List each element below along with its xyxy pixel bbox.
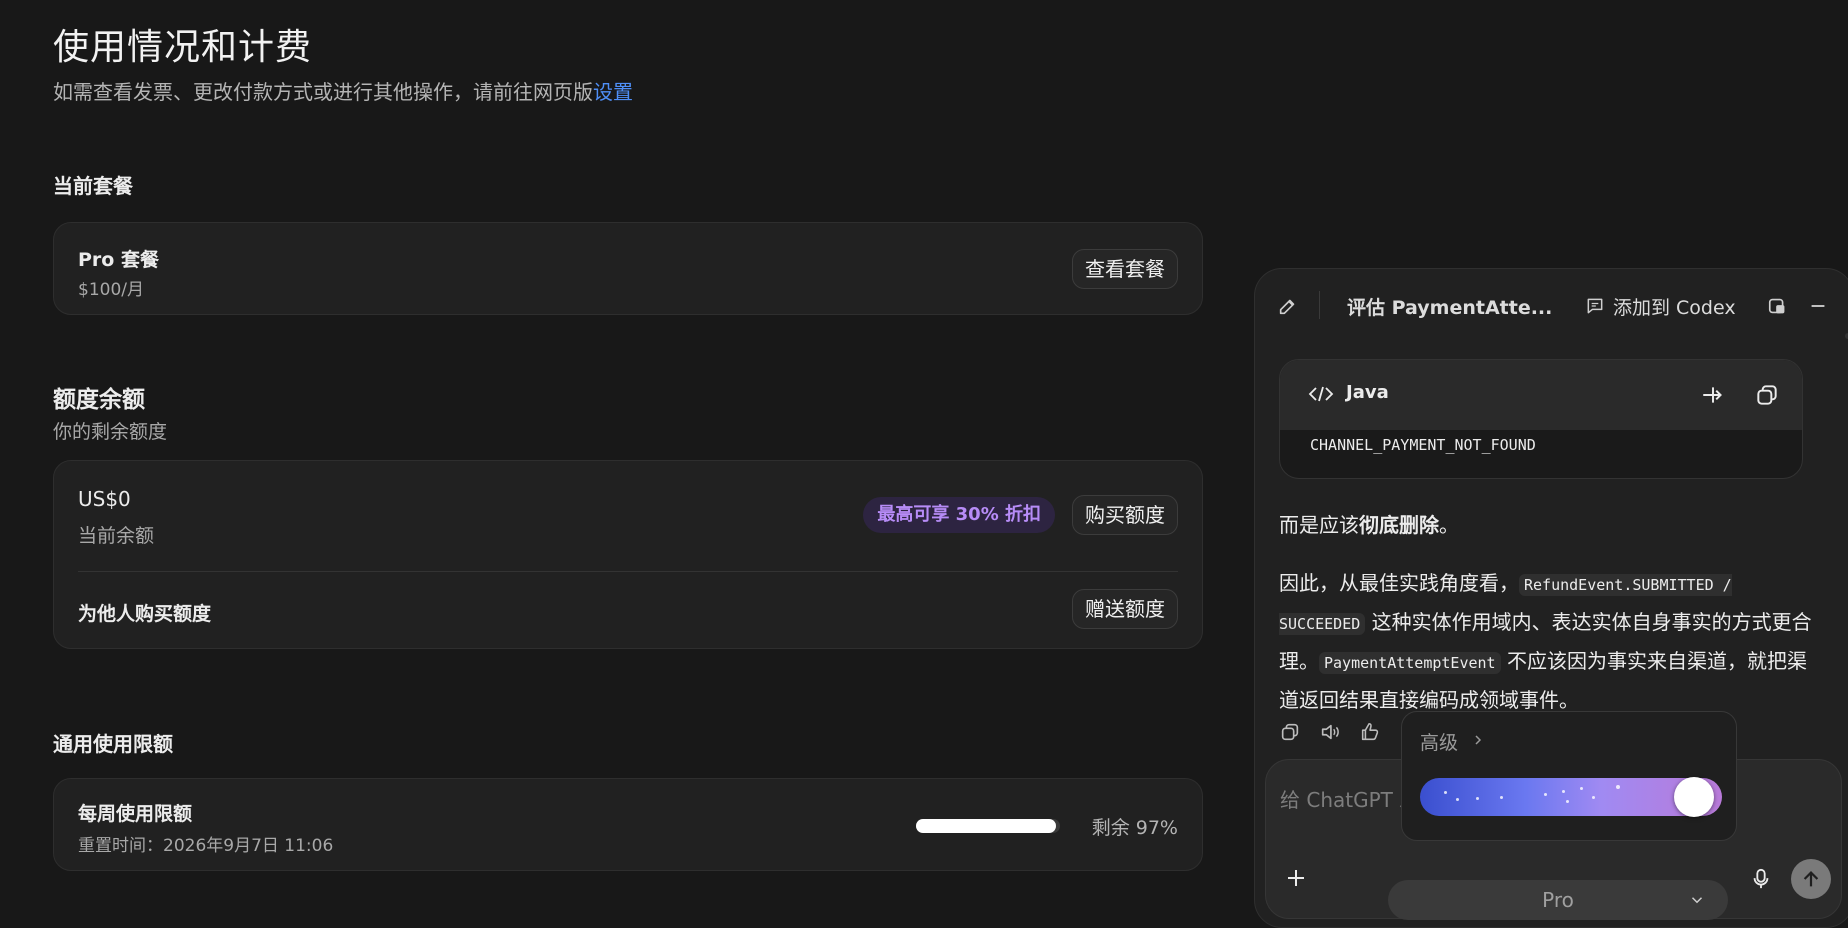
current-plan-card: Pro 套餐 $100/月 查看套餐 [53, 222, 1203, 315]
credits-heading: 额度余额 [53, 387, 145, 413]
plan-name: Pro 套餐 [78, 249, 159, 271]
message-paragraph-1: 而是应该彻底删除。 [1279, 507, 1819, 544]
credits-card: US$0 当前余额 最高可享 30% 折扣 购买额度 为他人购买额度 赠送额度 [53, 460, 1203, 649]
edit-icon[interactable] [1277, 295, 1299, 317]
buy-credits-button[interactable]: 购买额度 [1072, 495, 1178, 535]
subtitle-text: 如需查看发票、更改付款方式或进行其他操作，请前往网页版 [53, 80, 593, 104]
sparkle [1616, 785, 1620, 789]
chat-panel: 评估 PaymentAtte... 添加到 Codex Java CHANNEL… [1254, 268, 1848, 928]
thumbs-up-icon[interactable] [1359, 721, 1381, 743]
credit-balance: US$0 [78, 487, 131, 511]
para1-suffix: 。 [1439, 513, 1459, 537]
comment-icon [1587, 298, 1603, 314]
code-icon [1308, 386, 1334, 402]
settings-link[interactable]: 设置 [593, 80, 633, 104]
sparkle [1592, 796, 1595, 799]
page-subtitle: 如需查看发票、更改付款方式或进行其他操作，请前往网页版设置 [53, 76, 633, 105]
sparkle [1456, 798, 1459, 801]
mic-icon[interactable] [1750, 866, 1772, 892]
slider-knob[interactable] [1674, 777, 1714, 817]
chevron-right-icon[interactable] [1470, 732, 1486, 748]
sparkle [1544, 793, 1547, 796]
model-select[interactable]: Pro [1388, 880, 1728, 920]
code-block-header: Java [1280, 360, 1802, 430]
weekly-limit-title: 每周使用限额 [78, 803, 193, 825]
copy-message-icon[interactable] [1279, 721, 1301, 743]
popup-label[interactable]: 高级 [1420, 728, 1458, 755]
divider [78, 571, 1178, 572]
sparkle [1476, 797, 1479, 800]
minimize-icon[interactable] [1807, 295, 1829, 317]
speaker-icon[interactable] [1319, 721, 1341, 743]
sparkle [1566, 800, 1569, 803]
model-select-label: Pro [1542, 888, 1574, 912]
para1-bold: 彻底删除 [1359, 513, 1439, 537]
para1-prefix: 而是应该 [1279, 513, 1359, 537]
plus-icon[interactable] [1284, 866, 1308, 890]
usage-limits-heading: 通用使用限额 [53, 732, 173, 756]
balance-label: 当前余额 [78, 525, 155, 547]
popout-icon[interactable] [1767, 295, 1789, 317]
sparkle [1444, 791, 1447, 794]
code-block: Java CHANNEL_PAYMENT_NOT_FOUND [1279, 359, 1803, 479]
code-line: CHANNEL_PAYMENT_NOT_FOUND [1310, 436, 1536, 454]
weekly-reset-time: 重置时间：2026年9月7日 11:06 [78, 836, 334, 856]
plan-price: $100/月 [78, 280, 144, 300]
view-plan-button[interactable]: 查看套餐 [1072, 249, 1178, 289]
credits-subheading: 你的剩余额度 [53, 421, 168, 443]
header-divider [1319, 291, 1320, 319]
chat-title[interactable]: 评估 PaymentAtte... [1347, 293, 1552, 320]
code-language: Java [1346, 382, 1389, 403]
send-button[interactable] [1791, 859, 1831, 899]
wrap-icon[interactable] [1700, 382, 1726, 408]
remaining-percent: 剩余 97% [1091, 817, 1178, 839]
weekly-limit-card: 每周使用限额 重置时间：2026年9月7日 11:06 剩余 97% [53, 778, 1203, 871]
inline-code-payment-attempt-event: PaymentAttemptEvent [1319, 652, 1501, 674]
discount-badge: 最高可享 30% 折扣 [863, 497, 1055, 533]
composer-input[interactable]: 给 ChatGPT 发 [1280, 784, 1419, 813]
chevron-down-icon [1691, 897, 1703, 904]
sparkle [1562, 790, 1565, 793]
usage-progress-bar [916, 819, 1060, 833]
gift-credits-label: 为他人购买额度 [78, 603, 212, 625]
page-title: 使用情况和计费 [53, 27, 313, 68]
sparkle [1500, 796, 1503, 799]
reasoning-effort-popup: 高级 [1401, 711, 1737, 841]
copy-icon[interactable] [1754, 382, 1780, 408]
sparkle [1580, 787, 1583, 790]
gift-credits-button[interactable]: 赠送额度 [1072, 589, 1178, 629]
message-paragraph-2: 因此，从最佳实践角度看， RefundEvent.SUBMITTED / SUCC… [1279, 565, 1819, 719]
add-to-codex-button[interactable]: 添加到 Codex [1613, 293, 1736, 320]
para2-text-a: 因此，从最佳实践角度看， [1279, 571, 1519, 595]
send-arrow-icon [1803, 871, 1819, 887]
current-plan-heading: 当前套餐 [53, 174, 133, 198]
usage-progress-fill [916, 819, 1056, 833]
